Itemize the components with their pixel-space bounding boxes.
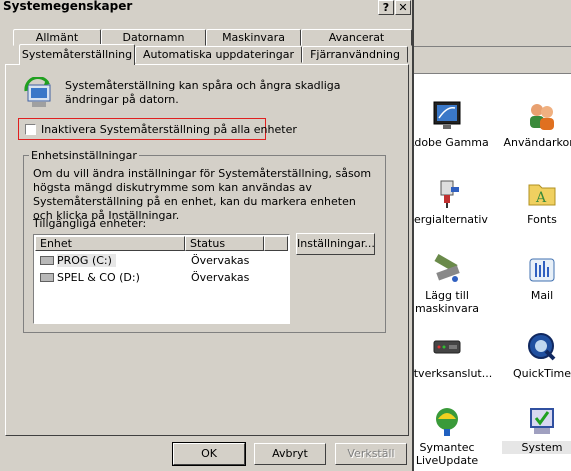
mail-icon xyxy=(526,253,558,285)
ok-button[interactable]: OK xyxy=(172,442,246,466)
control-panel-item-power-options[interactable]: nergialternativ xyxy=(407,177,488,226)
hard-drive-icon xyxy=(40,273,54,282)
control-panel-item-add-hardware[interactable]: Lägg till maskinvara xyxy=(407,253,487,315)
users-icon xyxy=(526,100,558,132)
help-button[interactable]: ? xyxy=(378,0,394,15)
drive-settings-legend: Enhetsinställningar xyxy=(29,149,139,162)
column-header-status[interactable]: Status xyxy=(185,236,264,251)
control-panel-item-user-accounts[interactable]: Användarkont xyxy=(502,100,571,149)
control-panel-item-label: System xyxy=(502,441,571,454)
system-restore-icon xyxy=(22,76,56,111)
control-panel-window: Adobe Gamma Användarkont nergialternativ… xyxy=(407,0,571,471)
drive-status: Övervakas xyxy=(191,254,250,267)
tab-automatic-updates[interactable]: Automatiska uppdateringar xyxy=(135,46,302,63)
disable-restore-label[interactable]: Inaktivera Systemåterställning på alla e… xyxy=(41,123,297,136)
hard-drive-icon xyxy=(40,256,54,265)
control-panel-item-system[interactable]: System xyxy=(502,405,571,454)
control-panel-item-label: nergialternativ xyxy=(407,213,488,226)
control-panel-item-label: Användarkont xyxy=(503,136,571,149)
fonts-folder-icon: A xyxy=(526,177,558,209)
close-icon: ✕ xyxy=(398,1,408,14)
drives-list[interactable]: Enhet Status PROG (C:) Övervakas SPEL & … xyxy=(33,234,290,324)
disable-restore-checkbox[interactable] xyxy=(25,124,36,135)
control-panel-item-label: QuickTime xyxy=(512,367,571,380)
column-header-blank xyxy=(264,236,288,251)
column-header-drive[interactable]: Enhet xyxy=(35,236,185,251)
control-panel-item-label: atverksanslut... xyxy=(407,367,493,380)
quicktime-icon xyxy=(526,331,558,363)
cancel-button[interactable]: Avbryt xyxy=(254,443,326,465)
available-drives-label: Tillgängliga enheter: xyxy=(33,217,147,230)
system-restore-description: Systemåterställning kan spåra och ångra … xyxy=(65,79,341,106)
control-panel-item-label: Lägg till maskinvara xyxy=(414,289,480,315)
tab-system-restore[interactable]: Systemåterställning xyxy=(19,44,135,65)
liveupdate-icon xyxy=(431,405,463,437)
power-icon xyxy=(431,177,463,209)
control-panel-item-label: Fonts xyxy=(527,213,557,226)
monitor-icon xyxy=(431,100,463,132)
dialog-title: Systemegenskaper xyxy=(3,0,133,13)
tab-advanced[interactable]: Avancerat xyxy=(301,29,412,46)
drive-name: SPEL & CO (D:) xyxy=(57,271,140,284)
drive-status: Övervakas xyxy=(191,271,250,284)
add-hardware-icon xyxy=(431,253,463,285)
network-icon xyxy=(431,331,463,363)
drive-settings-description: Om du vill ändra inställningar för Syste… xyxy=(33,167,372,222)
control-panel-item-label: Adobe Gamma xyxy=(407,136,489,149)
drive-row[interactable]: SPEL & CO (D:) Övervakas xyxy=(36,270,286,286)
control-panel-addressbar xyxy=(410,47,571,74)
settings-button[interactable]: Inställningar... xyxy=(296,233,375,255)
dialog-titlebar[interactable]: Systemegenskaper ? ✕ xyxy=(0,0,412,16)
control-panel-item-label: Symantec LiveUpdate xyxy=(415,441,479,467)
control-panel-toolbar xyxy=(410,20,571,47)
tab-hardware[interactable]: Maskinvara xyxy=(206,29,301,46)
close-button[interactable]: ✕ xyxy=(395,0,411,15)
drive-name: PROG (C:) xyxy=(57,254,116,267)
svg-text:A: A xyxy=(535,190,547,206)
control-panel-item-adobe-gamma[interactable]: Adobe Gamma xyxy=(407,100,489,149)
control-panel-item-symantec-liveupdate[interactable]: Symantec LiveUpdate xyxy=(407,405,487,467)
tab-remote[interactable]: Fjärranvändning xyxy=(302,46,408,63)
system-properties-dialog: Systemegenskaper ? ✕ Allmänt Datornamn M… xyxy=(0,0,414,471)
control-panel-item-network[interactable]: atverksanslut... xyxy=(407,331,493,380)
control-panel-item-fonts[interactable]: A Fonts xyxy=(502,177,571,226)
control-panel-item-mail[interactable]: Mail xyxy=(502,253,571,302)
system-icon xyxy=(526,405,558,437)
drive-row[interactable]: PROG (C:) Övervakas xyxy=(36,253,286,269)
apply-button: Verkställ xyxy=(335,443,407,465)
disable-restore-highlight: Inaktivera Systemåterställning på alla e… xyxy=(18,118,297,140)
control-panel-item-quicktime[interactable]: QuickTime xyxy=(502,331,571,380)
control-panel-titlebar xyxy=(410,0,571,20)
control-panel-item-label: Mail xyxy=(530,289,554,302)
